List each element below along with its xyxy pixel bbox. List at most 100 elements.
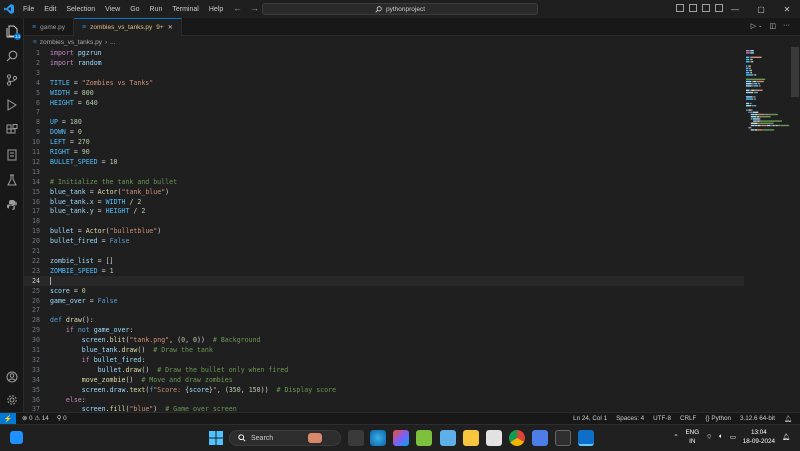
- language-mode[interactable]: {} Python: [705, 415, 731, 423]
- vertical-scrollbar[interactable]: [790, 47, 800, 412]
- widgets-icon[interactable]: [10, 431, 23, 444]
- code-line[interactable]: 6 HEIGHT = 640: [24, 98, 744, 108]
- code-line[interactable]: 8 UP = 180: [24, 117, 744, 127]
- code-line[interactable]: 1 import pgzrun: [24, 48, 744, 58]
- breadcrumb-file[interactable]: zombies_vs_tanks.py: [40, 39, 102, 46]
- tab-zombies-vs-tanks[interactable]: ≡ zombies_vs_tanks.py 9+ ✕: [74, 18, 182, 36]
- breadcrumb-more[interactable]: ...: [110, 39, 115, 46]
- settings-gear-icon[interactable]: [5, 393, 19, 407]
- code-line[interactable]: 25 score = 0: [24, 286, 744, 296]
- wifi-icon[interactable]: ⌔: [706, 433, 712, 441]
- code-line[interactable]: 23 ZOMBIE_SPEED = 1: [24, 266, 744, 276]
- code-line[interactable]: 34 move_zombie() # Move and draw zombies: [24, 375, 744, 385]
- menu-item-selection[interactable]: Selection: [61, 6, 100, 13]
- cursor-position[interactable]: Ln 24, Col 1: [573, 415, 607, 423]
- code-line[interactable]: 24: [24, 275, 744, 286]
- code-line[interactable]: 15 blue_tank = Actor("tank_blue"): [24, 187, 744, 197]
- menu-item-view[interactable]: View: [100, 6, 125, 13]
- run-dropdown-icon[interactable]: ⌄: [758, 23, 762, 30]
- menu-item-go[interactable]: Go: [125, 6, 144, 13]
- vscode-taskbar-icon[interactable]: [578, 430, 594, 446]
- file-explorer-icon[interactable]: [463, 430, 479, 446]
- problems-status[interactable]: ⊗ 0 ⚠ 14: [22, 415, 49, 422]
- code-line[interactable]: 7: [24, 107, 744, 117]
- app-pinned-icon[interactable]: [532, 430, 548, 446]
- code-line[interactable]: 12 BULLET_SPEED = 10: [24, 157, 744, 167]
- account-icon[interactable]: [5, 370, 19, 384]
- more-actions-icon[interactable]: ···: [783, 22, 790, 30]
- extensions-icon[interactable]: [5, 123, 19, 137]
- microsoft-store-icon[interactable]: [486, 430, 502, 446]
- remote-indicator-icon[interactable]: ⚡: [0, 412, 16, 425]
- ports-status[interactable]: ⚲ 0: [57, 415, 67, 422]
- toggle-primary-sidebar-icon[interactable]: [676, 4, 684, 12]
- copilot-icon[interactable]: [393, 430, 409, 446]
- code-line[interactable]: 18: [24, 216, 744, 226]
- code-line[interactable]: 28 def draw():: [24, 315, 744, 325]
- code-line[interactable]: 36 else:: [24, 395, 744, 405]
- testing-icon[interactable]: [5, 173, 19, 187]
- code-line[interactable]: 19 bullet = Actor("bulletblue"): [24, 226, 744, 236]
- tray-chevron-icon[interactable]: ⌃: [673, 434, 678, 441]
- code-editor[interactable]: 1 import pgzrun 2 import random 3 4 TITLE = "Z…: [24, 47, 744, 412]
- menu-item-run[interactable]: Run: [145, 6, 168, 13]
- code-line[interactable]: 10 LEFT = 270: [24, 137, 744, 147]
- code-line[interactable]: 29 if not game_over:: [24, 325, 744, 335]
- run-python-file-icon[interactable]: ▷: [751, 22, 756, 30]
- forward-arrow-icon[interactable]: →: [250, 3, 259, 13]
- code-line[interactable]: 21: [24, 246, 744, 256]
- code-line[interactable]: 30 screen.blit("tank.png", (0, 0)) # Bac…: [24, 335, 744, 345]
- clock[interactable]: 13:04 18-09-2024: [743, 428, 775, 446]
- code-line[interactable]: 26 game_over = False: [24, 296, 744, 306]
- encoding[interactable]: UTF-8: [653, 415, 671, 423]
- chrome-icon[interactable]: [509, 430, 525, 446]
- code-line[interactable]: 13: [24, 167, 744, 177]
- taskbar-search[interactable]: Search: [229, 430, 341, 446]
- scrollbar-thumb[interactable]: [791, 47, 799, 97]
- tab-game-py[interactable]: ≡ game.py: [24, 18, 75, 36]
- code-line[interactable]: 35 screen.draw.text(f"Score: {score}", (…: [24, 385, 744, 395]
- code-line[interactable]: 20 bullet_fired = False: [24, 236, 744, 246]
- close-window-button[interactable]: ✕: [774, 0, 800, 18]
- search-view-icon[interactable]: [5, 49, 19, 63]
- code-line[interactable]: 22 zombie_list = []: [24, 256, 744, 266]
- menu-item-terminal[interactable]: Terminal: [167, 6, 203, 13]
- code-line[interactable]: 37 screen.fill("blue") # Game over scree…: [24, 404, 744, 412]
- battery-icon[interactable]: ▭: [730, 434, 736, 441]
- notifications-bell-icon[interactable]: 🔔︎: [784, 415, 792, 423]
- split-editor-icon[interactable]: ◫: [769, 22, 776, 30]
- toggle-panel-icon[interactable]: [689, 4, 697, 12]
- notifications-icon[interactable]: 🔔︎: [782, 433, 790, 441]
- code-line[interactable]: 11 RIGHT = 90: [24, 147, 744, 157]
- source-control-icon[interactable]: [5, 73, 19, 87]
- python-icon[interactable]: [5, 198, 19, 212]
- code-line[interactable]: 32 if bullet_fired:: [24, 355, 744, 365]
- run-debug-icon[interactable]: [5, 98, 19, 112]
- close-tab-icon[interactable]: ✕: [168, 24, 173, 31]
- command-center-search[interactable]: pythonproject: [262, 3, 538, 15]
- code-line[interactable]: 5 WIDTH = 800: [24, 88, 744, 98]
- code-line[interactable]: 16 blue_tank.x = WIDTH / 2: [24, 197, 744, 207]
- code-line[interactable]: 17 blue_tank.y = HEIGHT / 2: [24, 206, 744, 216]
- code-line[interactable]: 3: [24, 68, 744, 78]
- edge-browser-icon[interactable]: [370, 430, 386, 446]
- python-interpreter[interactable]: 3.12.6 64-bit: [740, 415, 775, 423]
- code-line[interactable]: 33 bullet.draw() # Draw the bullet only …: [24, 365, 744, 375]
- app-blue-icon[interactable]: [440, 430, 456, 446]
- task-view-icon[interactable]: [348, 430, 364, 446]
- code-line[interactable]: 4 TITLE = "Zombies vs Tanks": [24, 78, 744, 88]
- code-line[interactable]: 2 import random: [24, 58, 744, 68]
- volume-icon[interactable]: 🔈︎: [719, 433, 723, 441]
- minimize-button[interactable]: —: [722, 0, 748, 18]
- line-ending[interactable]: CRLF: [680, 415, 696, 423]
- app-w-icon[interactable]: [416, 430, 432, 446]
- terminal-icon[interactable]: [555, 430, 571, 446]
- menu-item-file[interactable]: File: [18, 6, 39, 13]
- code-line[interactable]: 9 DOWN = 0: [24, 127, 744, 137]
- input-language[interactable]: ENG IN: [685, 428, 699, 446]
- code-line[interactable]: 31 blue_tank.draw() # Draw the tank: [24, 345, 744, 355]
- code-line[interactable]: 27: [24, 305, 744, 315]
- toggle-secondary-sidebar-icon[interactable]: [702, 4, 710, 12]
- menu-item-help[interactable]: Help: [204, 6, 228, 13]
- notebook-icon[interactable]: [5, 148, 19, 162]
